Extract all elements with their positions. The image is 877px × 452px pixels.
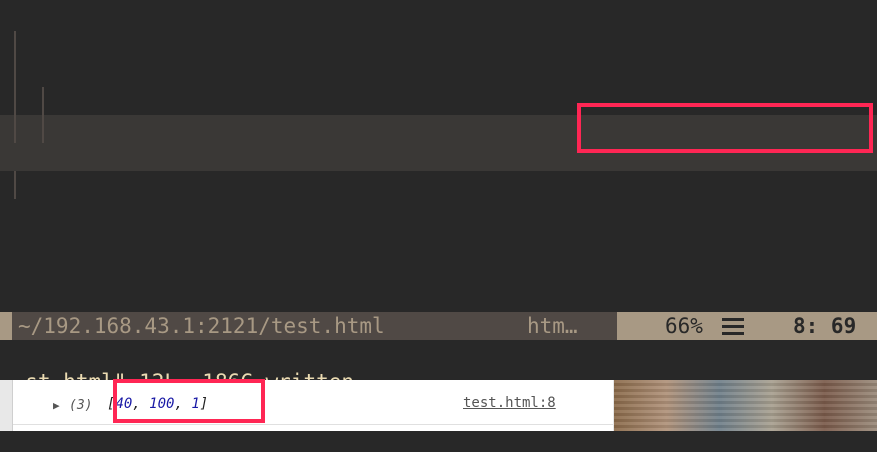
- annotation-highlight-box: [577, 103, 873, 153]
- indent-guide: [14, 171, 16, 199]
- background-image: [614, 380, 877, 431]
- status-position-block: 66% 8: 69: [617, 312, 877, 340]
- status-bar: ~/192.168.43.1:2121/test.html htm… 66% 8…: [0, 312, 877, 340]
- indent-guide: [14, 115, 16, 143]
- code-line: </html>: [0, 255, 877, 283]
- cursor-position: 8: 69: [793, 314, 857, 338]
- code-editor[interactable]: <body> <p id=demo>hello</p> <script> car…: [0, 0, 877, 312]
- row-divider: [13, 424, 613, 425]
- code-line: <p id=demo>hello</p>: [0, 31, 877, 59]
- code-line: <body>: [0, 3, 877, 31]
- indent-guide: [14, 59, 16, 87]
- command-line[interactable]: st.html" 12L, 186C written: [0, 340, 877, 394]
- file-path: ~/192.168.43.1:2121/test.html: [18, 314, 385, 338]
- scroll-percent: 66%: [665, 314, 703, 338]
- code-line: <script>: [0, 59, 877, 87]
- file-type: htm…: [527, 314, 578, 338]
- source-link[interactable]: test.html:8: [463, 395, 556, 411]
- code-line: </script>: [0, 171, 877, 199]
- indent-guide: [42, 87, 44, 115]
- line-number-icon: [722, 318, 744, 335]
- indent-guide: [14, 87, 16, 115]
- code-line: </body>: [0, 199, 877, 227]
- devtools-console: ▶ (3) [40, 100, 1] test.html:8: [0, 379, 877, 431]
- array-length: (3): [69, 398, 93, 413]
- indent-guide: [14, 31, 16, 59]
- expand-triangle-icon[interactable]: ▶: [53, 399, 60, 412]
- mode-indicator: [0, 312, 12, 340]
- annotation-highlight-box: [113, 379, 265, 423]
- indent-guide: [42, 115, 44, 143]
- console-panel: ▶ (3) [40, 100, 1] test.html:8: [12, 379, 613, 431]
